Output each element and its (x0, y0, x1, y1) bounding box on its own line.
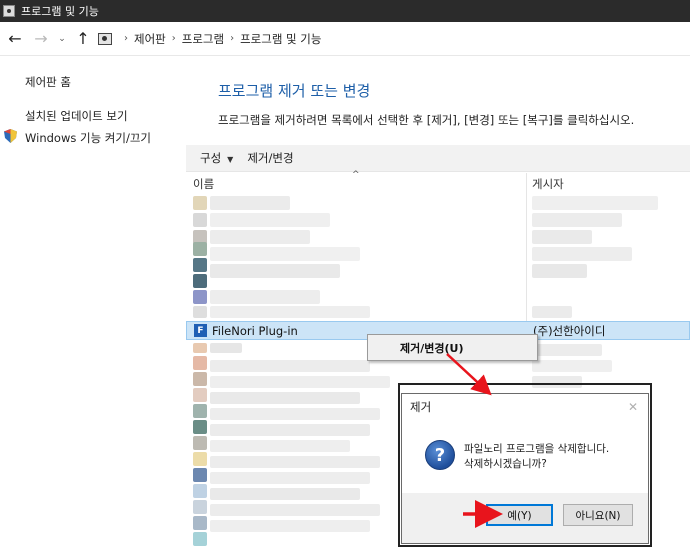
program-name: FileNori Plug-in (212, 323, 298, 338)
program-icon (193, 242, 207, 256)
sidebar-item-installed-updates[interactable]: 설치된 업데이트 보기 (25, 108, 128, 124)
program-icon (193, 388, 207, 402)
program-icon (193, 500, 207, 514)
program-icon (193, 452, 207, 466)
navigation-bar: ← → ⌄ ↑ › 제어판 › 프로그램 › 프로그램 및 기능 (0, 22, 690, 56)
table-row[interactable] (210, 376, 390, 388)
table-row[interactable] (210, 230, 310, 244)
program-icon (193, 356, 207, 370)
breadcrumb-item-programs[interactable]: 프로그램 (182, 31, 224, 47)
breadcrumb-item-programs-and-features[interactable]: 프로그램 및 기능 (240, 31, 321, 47)
program-icon (193, 258, 207, 272)
back-arrow-icon[interactable]: ← (4, 29, 26, 48)
title-bar: 프로그램 및 기능 (0, 0, 690, 22)
program-icon (193, 213, 207, 227)
program-icon (193, 343, 207, 353)
dialog-title: 제거 (410, 399, 432, 414)
table-row[interactable] (210, 440, 350, 452)
control-panel-location-icon (98, 32, 112, 45)
dialog-body: ? 파일노리 프로그램을 삭제합니다. 삭제하시겠습니까? (402, 419, 648, 493)
dropdown-caret-icon: ▼ (227, 155, 234, 164)
forward-arrow-icon[interactable]: → (30, 29, 52, 48)
context-menu: 제거/변경(U) (367, 334, 538, 361)
yes-button[interactable]: 예(Y) (486, 504, 553, 526)
window-title: 프로그램 및 기능 (21, 5, 99, 18)
table-row[interactable] (210, 520, 370, 532)
program-icon (193, 484, 207, 498)
table-row[interactable] (210, 424, 370, 436)
uac-shield-icon (4, 129, 17, 143)
dialog-message-line2: 삭제하시겠습니까? (464, 458, 547, 470)
table-row[interactable] (210, 392, 360, 404)
table-row[interactable] (210, 247, 360, 261)
command-toolbar: 구성 ▼ 제거/변경 (186, 145, 690, 172)
program-icon (193, 290, 207, 304)
breadcrumb-separator-icon: › (171, 33, 176, 44)
sidebar-item-control-panel-home[interactable]: 제어판 홈 (25, 74, 71, 90)
publisher-cell (532, 196, 658, 210)
breadcrumb-separator-icon: › (124, 33, 128, 44)
table-row[interactable] (210, 343, 242, 353)
publisher-cell (532, 230, 592, 244)
breadcrumb-separator-icon: › (230, 33, 235, 44)
sidebar-item-windows-features[interactable]: Windows 기능 켜기/끄기 (25, 130, 151, 146)
program-icon (193, 436, 207, 450)
program-icon (193, 404, 207, 418)
table-row[interactable] (210, 472, 370, 484)
program-icon (193, 468, 207, 482)
dialog-title-bar: 제거 ✕ (402, 394, 648, 419)
program-icon (193, 420, 207, 434)
column-divider[interactable] (526, 173, 527, 323)
recent-locations-chevron-icon[interactable]: ⌄ (56, 34, 68, 44)
program-icon (193, 516, 207, 530)
program-icon (193, 196, 207, 210)
column-header-name[interactable]: 이름 (193, 173, 214, 195)
table-row[interactable] (210, 196, 290, 210)
table-row[interactable] (210, 456, 380, 468)
up-arrow-icon[interactable]: ↑ (72, 29, 94, 48)
program-icon (193, 274, 207, 288)
no-button[interactable]: 아니요(N) (563, 504, 633, 526)
table-row[interactable] (210, 264, 340, 278)
table-row[interactable] (210, 290, 320, 304)
table-row[interactable] (210, 504, 380, 516)
table-row[interactable] (210, 213, 330, 227)
page-title: 프로그램 제거 또는 변경 (218, 82, 371, 100)
program-icon (193, 532, 207, 546)
dialog-footer: 예(Y) 아니요(N) (402, 493, 648, 543)
publisher-cell (532, 344, 602, 356)
publisher-cell (532, 306, 572, 318)
dialog-message-line1: 파일노리 프로그램을 삭제합니다. (464, 443, 610, 455)
breadcrumb-item-control-panel[interactable]: 제어판 (134, 31, 166, 47)
sort-ascending-icon: ^ (352, 170, 360, 180)
column-header-publisher[interactable]: 게시자 (532, 173, 564, 195)
filenori-icon: F (194, 324, 207, 337)
publisher-cell (532, 360, 612, 372)
publisher-cell (532, 264, 587, 278)
uninstall-confirm-dialog: 제거 ✕ ? 파일노리 프로그램을 삭제합니다. 삭제하시겠습니까? 예(Y) … (401, 393, 649, 544)
table-row[interactable] (210, 408, 380, 420)
table-row[interactable] (210, 306, 370, 318)
organize-button[interactable]: 구성 ▼ (200, 150, 233, 166)
table-row[interactable] (210, 488, 360, 500)
close-icon[interactable]: ✕ (628, 400, 638, 414)
context-menu-item-uninstall-change[interactable]: 제거/변경(U) (400, 340, 463, 356)
program-icon (193, 306, 207, 318)
control-panel-icon (3, 5, 15, 17)
uninstall-change-button[interactable]: 제거/변경 (247, 150, 293, 166)
publisher-cell (532, 247, 632, 261)
program-icon (193, 372, 207, 386)
page-description: 프로그램을 제거하려면 목록에서 선택한 후 [제거], [변경] 또는 [복구… (218, 113, 635, 127)
organize-label: 구성 (200, 151, 222, 165)
program-publisher: (주)선한아이디 (533, 323, 606, 338)
publisher-cell (532, 213, 622, 227)
question-icon: ? (425, 440, 455, 470)
table-row[interactable] (210, 360, 370, 372)
